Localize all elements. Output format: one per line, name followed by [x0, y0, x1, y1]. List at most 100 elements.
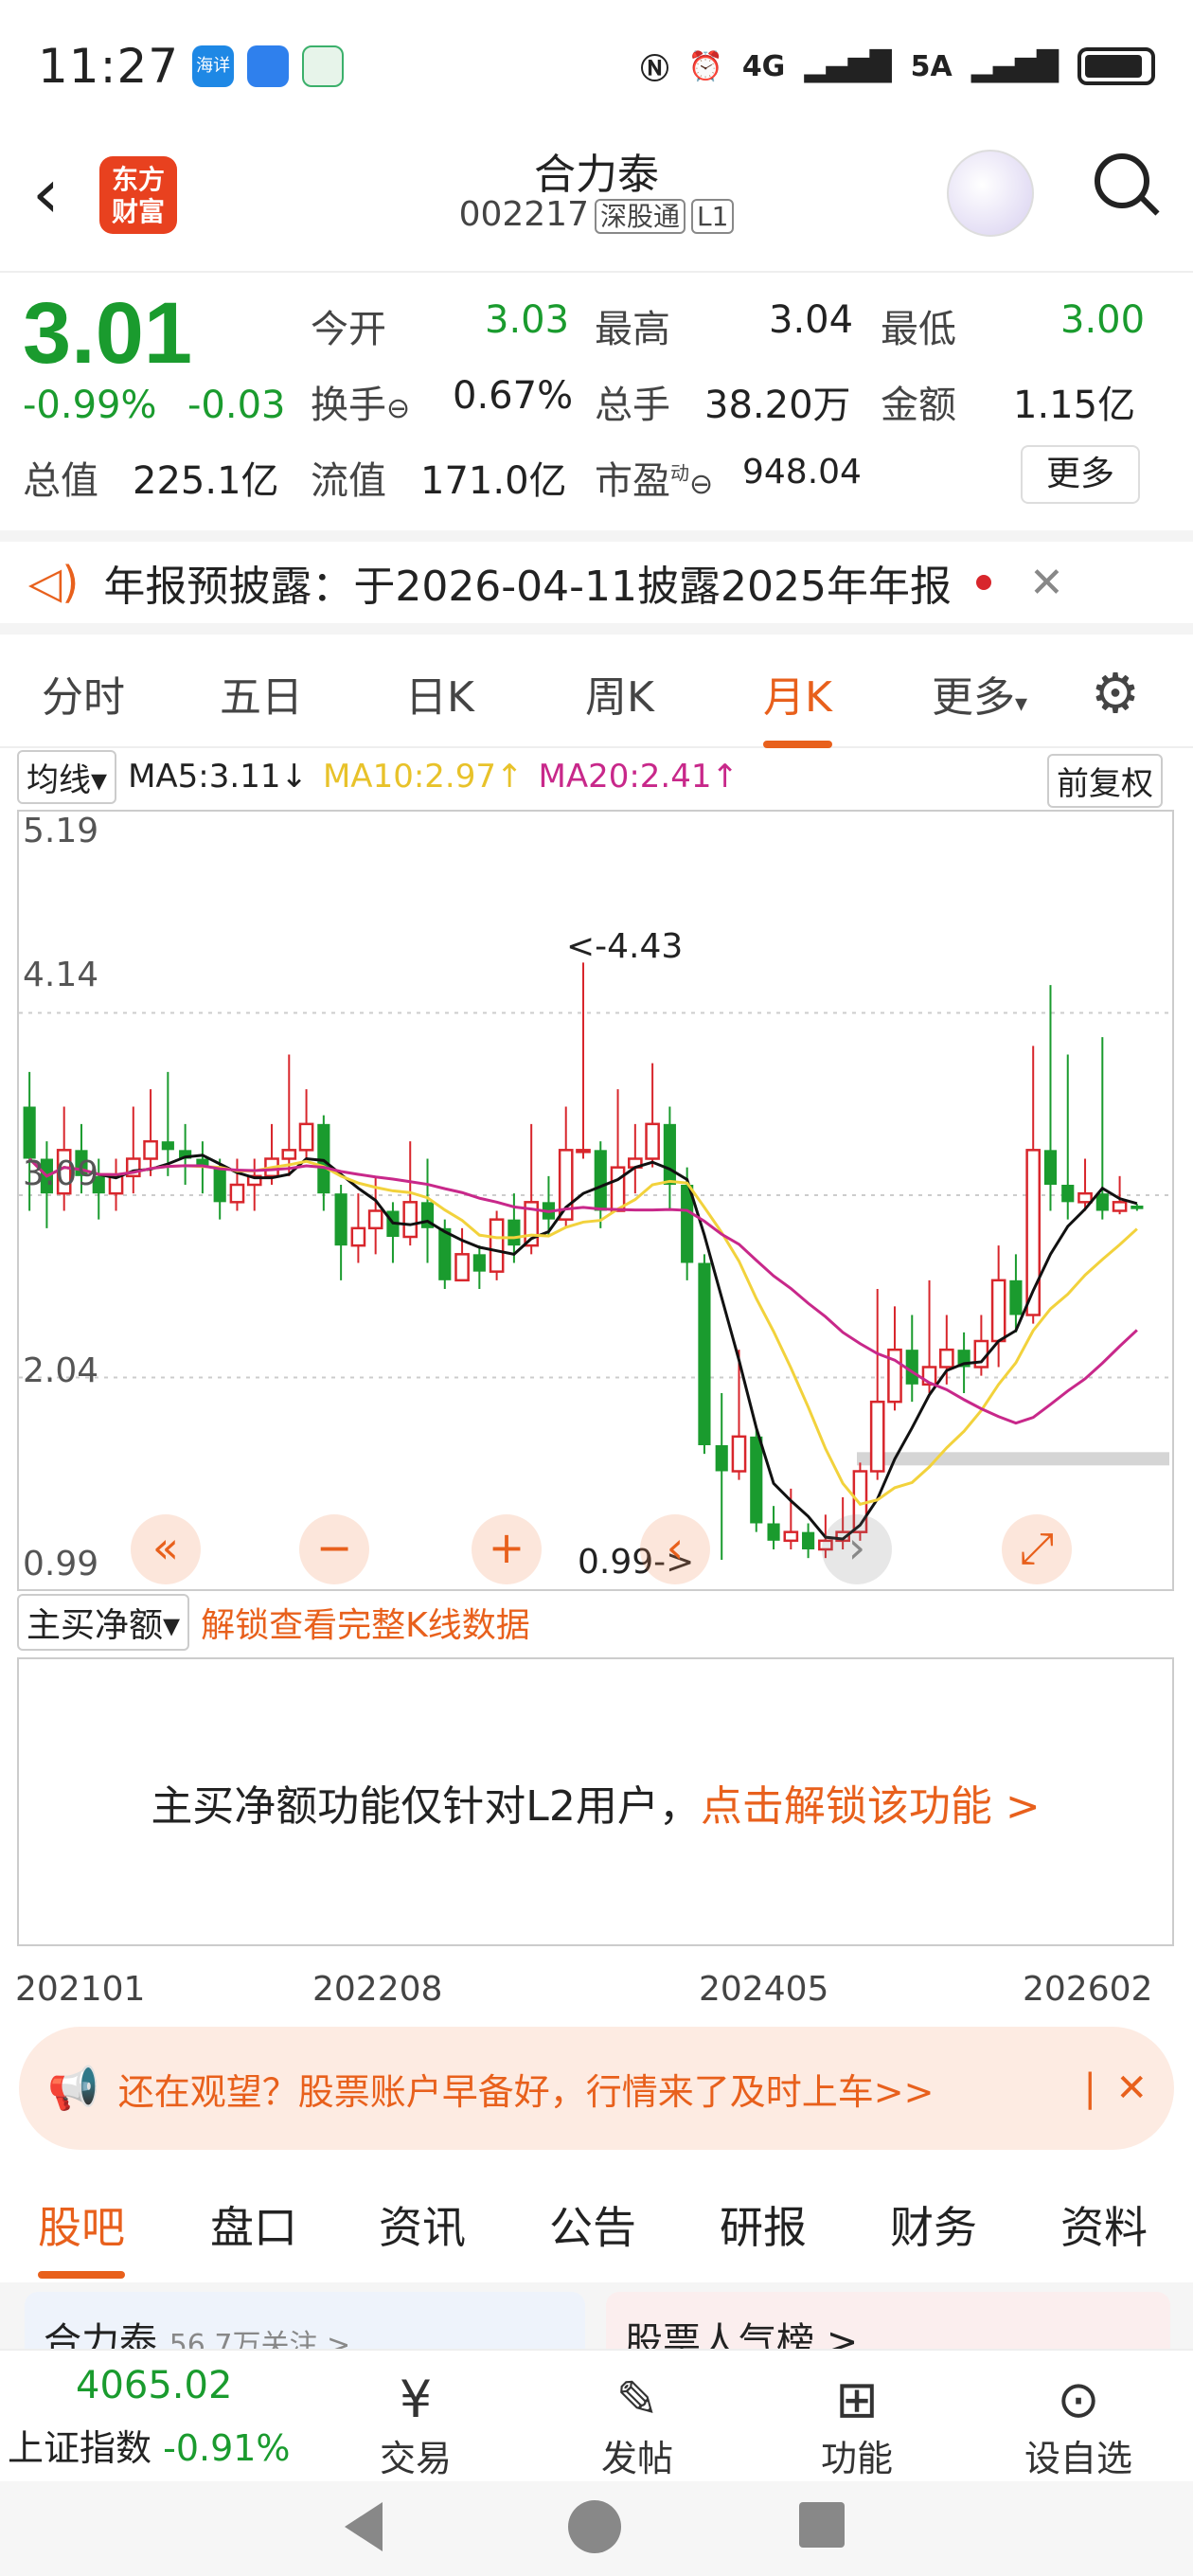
fullscreen-icon[interactable]: ⤢	[1002, 1514, 1072, 1584]
tab-week-k[interactable]: 周K	[585, 663, 654, 724]
tab-minute[interactable]: 分时	[42, 663, 125, 724]
next-icon[interactable]: ›	[822, 1514, 892, 1584]
ma5-value: MA5:3.11↓	[128, 758, 308, 796]
add-watch-button[interactable]: ⊙ 设自选	[1007, 2370, 1149, 2481]
android-nav-bar	[0, 2481, 1193, 2576]
support-band	[857, 1452, 1169, 1466]
mktcap-value: 225.1亿	[133, 459, 279, 503]
zoom-out-icon[interactable]: −	[299, 1514, 369, 1584]
status-bar: 11:27 海详 Ⓝ ⏰ 4G ▂▄▆█ 5A ▂▄▆█	[0, 0, 1193, 133]
candle-body	[905, 1350, 918, 1385]
scroll-left-icon[interactable]: «	[131, 1514, 201, 1584]
nav-recent-icon[interactable]	[799, 2502, 845, 2548]
tab-finance[interactable]: 财务	[890, 2193, 977, 2256]
pe-label: 市盈动⊖	[595, 459, 714, 503]
market-tag: 深股通	[595, 199, 686, 234]
open-label: 今开	[311, 308, 386, 351]
tab-more[interactable]: 更多▾	[932, 663, 1027, 724]
unlock-link[interactable]: 点击解锁该功能 >	[701, 1772, 1041, 1833]
adjust-button[interactable]: 前复权	[1047, 754, 1163, 808]
mktcap-label: 总值	[23, 459, 98, 503]
y-label-4: 2.04	[23, 1351, 99, 1390]
candle-body	[1043, 1150, 1058, 1185]
ma-selector[interactable]: 均线▾	[17, 749, 117, 804]
pe-info-icon[interactable]: ⊖	[689, 468, 713, 501]
megaphone-icon: 📢	[47, 2065, 99, 2113]
candle-body	[472, 1254, 486, 1272]
candle-body	[507, 1219, 521, 1246]
tab-profile[interactable]: 资料	[1060, 2193, 1148, 2256]
turnover-value: 0.67%	[453, 374, 574, 418]
popularity-card-title: 股票人气榜 >	[625, 2320, 859, 2349]
promo-banner[interactable]: 📢 还在观望？股票账户早备好，行情来了及时上车>> | ✕	[19, 2027, 1174, 2150]
candle-body	[1077, 1191, 1093, 1204]
y-label-bottom: 0.99	[23, 1545, 99, 1583]
popularity-card[interactable]: 股票人气榜 >	[606, 2292, 1170, 2349]
status-time: 11:27	[38, 39, 180, 94]
tab-pankou[interactable]: 盘口	[210, 2193, 297, 2256]
stock-code: 002217	[458, 195, 589, 234]
nav-home-icon[interactable]	[568, 2500, 621, 2553]
zoom-in-icon[interactable]: +	[472, 1514, 542, 1584]
pe-value: 948.04	[742, 453, 862, 492]
tab-day-k[interactable]: 日K	[405, 663, 474, 724]
index-value[interactable]: 4065.02	[76, 2364, 232, 2407]
y-label-2: 4.14	[23, 956, 99, 994]
robot-avatar-icon[interactable]	[947, 150, 1034, 237]
candle-body	[1131, 1206, 1144, 1209]
signal-icon-2: ▂▄▆█	[970, 49, 1059, 83]
info-icon[interactable]: ⊖	[386, 392, 410, 425]
tab-month-k[interactable]: 月K	[763, 663, 832, 748]
settings-gear-icon[interactable]: ⚙	[1091, 661, 1140, 725]
candle-body	[281, 1149, 297, 1160]
candle-body	[334, 1193, 347, 1246]
candle-body	[1061, 1185, 1075, 1203]
trade-button[interactable]: ¥ 交易	[345, 2370, 487, 2481]
indicator-selector[interactable]: 主买净额▾	[17, 1594, 190, 1651]
unlock-kline-link[interactable]: 解锁查看完整K线数据	[201, 1598, 530, 1647]
notice-dot	[976, 575, 992, 590]
index-line[interactable]: 上证指数 -0.91%	[8, 2419, 291, 2471]
nfc-icon: Ⓝ	[640, 53, 669, 86]
close-icon[interactable]: ✕	[1029, 559, 1064, 607]
tab-five-day[interactable]: 五日	[220, 663, 303, 724]
guba-card[interactable]: 合力泰 56.7万关注 >	[25, 2292, 585, 2349]
change-amount: -0.03	[187, 384, 286, 427]
more-button[interactable]: 更多	[1021, 445, 1140, 504]
header: ‹ 东方财富 合力泰 002217 深股通 L1	[0, 133, 1193, 273]
message-icon	[247, 45, 290, 87]
tab-news[interactable]: 资讯	[379, 2193, 466, 2256]
candle-body	[298, 1122, 314, 1152]
tab-announcement[interactable]: 公告	[549, 2193, 636, 2256]
candle-body	[1112, 1201, 1128, 1212]
x-date-4: 202602	[1023, 1970, 1153, 2009]
candle-body	[229, 1183, 245, 1204]
low-value: 3.00	[1060, 298, 1146, 342]
level-tag: L1	[691, 199, 735, 234]
max-marker: <-4.43	[566, 927, 684, 966]
candle-body	[731, 1435, 747, 1473]
green-app-icon	[302, 45, 345, 87]
ma20-line	[28, 1157, 1138, 1425]
candle-body	[663, 1123, 676, 1185]
ma5-line	[28, 1154, 1138, 1541]
x-date-1: 202101	[15, 1970, 146, 2009]
network-4g-icon: 4G	[741, 49, 786, 83]
tab-research[interactable]: 研报	[720, 2193, 807, 2256]
notice-bar[interactable]: ◁) 年报预披露：于2026-04-11披露2025年年报 ✕	[0, 530, 1193, 635]
guba-card-title: 合力泰	[44, 2320, 157, 2349]
quote-panel: 3.01 -0.99% -0.03 总值 225.1亿 今开 3.03 最高 3…	[0, 275, 1193, 521]
prev-icon[interactable]: ‹	[640, 1514, 710, 1584]
speaker-icon: ◁)	[28, 557, 80, 608]
candle-body	[715, 1445, 728, 1472]
candle-body	[143, 1139, 158, 1160]
unlock-message: 主买净额功能仅针对L2用户，	[151, 1781, 701, 1831]
close-banner-icon[interactable]: ✕	[1115, 2066, 1148, 2110]
nav-back-icon[interactable]	[345, 2502, 383, 2551]
candle-body	[576, 1149, 591, 1154]
candle-body	[594, 1150, 607, 1211]
tab-guba[interactable]: 股吧	[38, 2193, 125, 2279]
post-button[interactable]: ✎ 发帖	[566, 2370, 708, 2481]
kline-chart[interactable]: 5.19 4.14 3.09 2.04 0.99 <-4.43 0.99-> «…	[17, 810, 1174, 1591]
function-button[interactable]: ⊞ 功能	[786, 2370, 928, 2481]
